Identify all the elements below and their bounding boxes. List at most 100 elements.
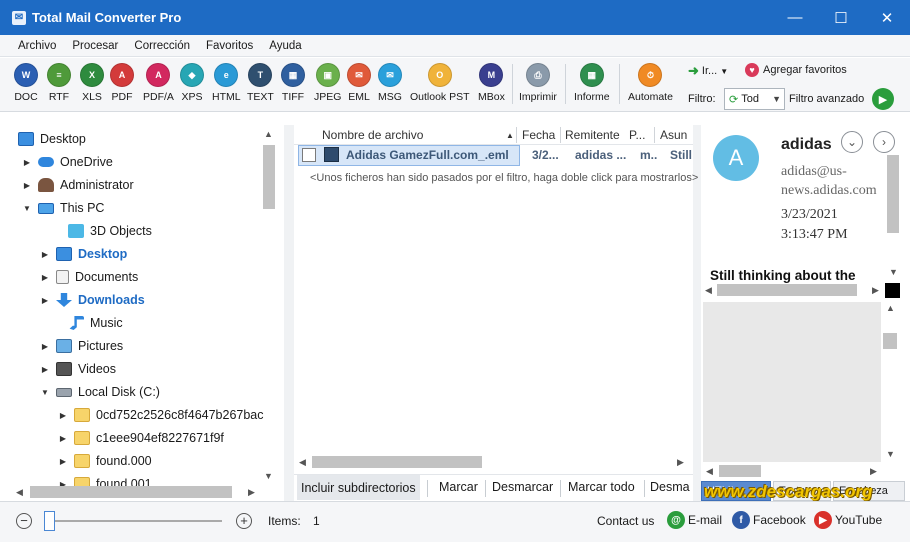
- tree-item[interactable]: ▶ Documents: [40, 266, 138, 288]
- header-hscroll-thumb[interactable]: [717, 284, 857, 296]
- body-horizontal-scrollbar[interactable]: ◀ ▶: [703, 463, 883, 479]
- body-vertical-scrollbar[interactable]: ▲ ▼: [883, 303, 897, 463]
- mbox-button[interactable]: M MBox: [478, 63, 505, 103]
- menu-archivo[interactable]: Archivo: [10, 40, 64, 52]
- tree-item[interactable]: ▶ c1eee904ef8227671f9f: [58, 427, 224, 449]
- tree-item[interactable]: Desktop: [18, 128, 86, 150]
- scroll-up-icon[interactable]: ▲: [264, 129, 273, 139]
- column-header-date[interactable]: Fecha: [522, 128, 555, 142]
- chevron-right-icon[interactable]: ▶: [40, 273, 50, 282]
- chevron-right-icon[interactable]: ▶: [40, 250, 50, 259]
- eml-button[interactable]: ✉ EML: [347, 63, 371, 103]
- tree-item[interactable]: ▶ Administrator: [22, 174, 134, 196]
- goto-button[interactable]: ➜ Ir... ▼: [688, 63, 728, 79]
- scroll-left-icon[interactable]: ◀: [706, 466, 713, 477]
- include-subdirectories-button[interactable]: Incluir subdirectorios: [297, 475, 420, 500]
- header-scroll-thumb[interactable]: [887, 155, 899, 233]
- pdf-button[interactable]: A PDF: [110, 63, 134, 103]
- zoom-slider-thumb[interactable]: [44, 511, 55, 531]
- facebook-link[interactable]: f Facebook: [732, 511, 806, 529]
- header-horizontal-scrollbar[interactable]: ◀ ▶: [701, 283, 887, 297]
- scroll-left-icon[interactable]: ◀: [16, 487, 23, 498]
- body-scroll-thumb[interactable]: [883, 333, 897, 349]
- splitter-left[interactable]: [284, 125, 294, 501]
- scroll-down-icon[interactable]: ▼: [264, 471, 273, 481]
- maximize-button[interactable]: ☐: [818, 0, 864, 35]
- unmark-button[interactable]: Desmarcar: [492, 480, 553, 494]
- tree-item[interactable]: 3D Objects: [52, 220, 152, 242]
- rtf-button[interactable]: ≡ RTF: [47, 63, 71, 103]
- header-vertical-scrollbar[interactable]: ▼: [886, 155, 900, 285]
- menu-ayuda[interactable]: Ayuda: [261, 40, 309, 52]
- menu-correccion[interactable]: Corrección: [126, 40, 198, 52]
- tree-scroll-thumb[interactable]: [263, 145, 275, 209]
- scroll-right-icon[interactable]: ▶: [248, 487, 255, 498]
- zoom-out-button[interactable]: −: [16, 513, 32, 529]
- msg-button[interactable]: ✉ MSG: [378, 63, 402, 103]
- youtube-link[interactable]: ▶ YouTube: [814, 511, 882, 529]
- chevron-right-icon[interactable]: ›: [873, 131, 895, 153]
- column-header-name[interactable]: Nombre de archivo: [322, 128, 423, 142]
- html-button[interactable]: e HTML: [212, 63, 241, 103]
- zoom-slider-track[interactable]: [44, 520, 222, 522]
- start-button[interactable]: ▶: [872, 88, 894, 110]
- close-button[interactable]: ✕: [864, 0, 910, 35]
- tree-item[interactable]: ▶ Desktop: [40, 243, 127, 265]
- scroll-right-icon[interactable]: ▶: [872, 285, 879, 296]
- scroll-down-icon[interactable]: ▼: [886, 449, 895, 459]
- chevron-down-icon[interactable]: ▼: [22, 204, 32, 213]
- advanced-filter-button[interactable]: Filtro avanzado: [789, 93, 864, 105]
- xls-button[interactable]: X XLS: [80, 63, 104, 103]
- list-horizontal-scrollbar[interactable]: ◀ ▶: [294, 454, 693, 470]
- tree-vertical-scrollbar[interactable]: ▲ ▼: [262, 127, 276, 482]
- mark-button[interactable]: Marcar: [439, 480, 478, 494]
- automate-button[interactable]: ⏱ Automate: [628, 63, 673, 103]
- outlook-pst-button[interactable]: O Outlook PST: [410, 63, 470, 103]
- email-link[interactable]: @ E-mail: [667, 511, 722, 529]
- contact-us-link[interactable]: Contact us: [597, 514, 654, 528]
- pdf-a-button[interactable]: A PDF/A: [143, 63, 174, 103]
- minimize-button[interactable]: —: [772, 0, 818, 35]
- column-header-subject[interactable]: Asun: [660, 128, 687, 142]
- filter-select[interactable]: ⟳ Tod ▼: [724, 88, 785, 110]
- chevron-right-icon[interactable]: ▶: [40, 342, 50, 351]
- filter-note[interactable]: <Unos ficheros han sido pasados por el f…: [310, 172, 698, 184]
- chevron-right-icon[interactable]: ▶: [58, 434, 68, 443]
- scroll-right-icon[interactable]: ▶: [677, 457, 684, 468]
- scroll-left-icon[interactable]: ◀: [299, 457, 306, 468]
- chevron-right-icon[interactable]: ▶: [58, 457, 68, 466]
- unmark-all-button[interactable]: Desma: [650, 480, 690, 494]
- mark-all-button[interactable]: Marcar todo: [568, 480, 635, 494]
- scroll-up-icon[interactable]: ▲: [886, 303, 895, 313]
- menu-favoritos[interactable]: Favoritos: [198, 40, 261, 52]
- tree-item[interactable]: ▼ Local Disk (C:): [40, 381, 160, 403]
- list-hscroll-thumb[interactable]: [312, 456, 482, 468]
- row-checkbox[interactable]: [302, 148, 316, 162]
- tree-hscroll-thumb[interactable]: [30, 486, 232, 498]
- tiff-button[interactable]: ▦ TIFF: [281, 63, 305, 103]
- imprimir-button[interactable]: ⎙ Imprimir: [519, 63, 557, 103]
- chevron-right-icon[interactable]: ▶: [58, 411, 68, 420]
- column-header-p[interactable]: P...: [629, 128, 645, 142]
- tree-horizontal-scrollbar[interactable]: ◀ ▶: [12, 484, 262, 500]
- chevron-right-icon[interactable]: ▶: [22, 158, 32, 167]
- chevron-right-icon[interactable]: ▶: [22, 181, 32, 190]
- text-button[interactable]: T TEXT: [247, 63, 274, 103]
- tree-item[interactable]: ▶ OneDrive: [22, 151, 113, 173]
- tree-item[interactable]: ▶ found.000: [58, 450, 152, 472]
- chevron-right-icon[interactable]: ▶: [40, 296, 50, 305]
- informe-button[interactable]: ▦ Informe: [574, 63, 610, 103]
- column-header-sender[interactable]: Remitente: [565, 128, 620, 142]
- doc-button[interactable]: W DOC: [14, 63, 38, 103]
- tree-item[interactable]: Music: [52, 312, 123, 334]
- tree-item[interactable]: ▶ 0cd752c2526c8f4647b267bac: [58, 404, 264, 426]
- table-row[interactable]: Adidas GamezFull.com_.eml 3/2... adidas …: [298, 145, 692, 167]
- scroll-down-icon[interactable]: ▼: [889, 267, 898, 277]
- body-hscroll-thumb[interactable]: [719, 465, 761, 477]
- jpeg-button[interactable]: ▣ JPEG: [314, 63, 341, 103]
- chevron-right-icon[interactable]: ▶: [40, 365, 50, 374]
- tree-item[interactable]: ▼ This PC: [22, 197, 104, 219]
- xps-button[interactable]: ◆ XPS: [180, 63, 204, 103]
- chevron-down-icon[interactable]: ▼: [40, 388, 50, 397]
- tree-item[interactable]: ▶ Pictures: [40, 335, 123, 357]
